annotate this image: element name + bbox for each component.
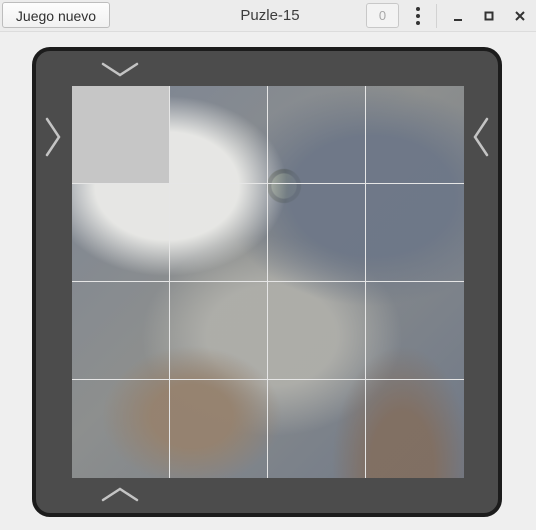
puzzle-tile[interactable] — [72, 184, 170, 282]
new-game-button[interactable]: Juego nuevo — [2, 2, 110, 28]
arrow-down-icon[interactable] — [100, 60, 140, 80]
arrow-up-icon[interactable] — [100, 484, 140, 504]
menu-icon[interactable] — [408, 4, 428, 28]
puzzle-tile[interactable] — [268, 184, 366, 282]
window-title: Puzle-15 — [240, 7, 300, 24]
minimize-icon[interactable] — [446, 4, 470, 28]
puzzle-tile[interactable] — [170, 86, 268, 184]
title-bar: Juego nuevo Puzle-15 0 — [0, 0, 536, 32]
moves-counter: 0 — [366, 3, 399, 28]
arrow-right-icon[interactable] — [42, 116, 64, 158]
puzzle-tile[interactable] — [170, 184, 268, 282]
title-separator — [436, 4, 437, 28]
maximize-icon[interactable] — [477, 4, 501, 28]
puzzle-tile[interactable] — [72, 282, 170, 380]
puzzle-tile[interactable] — [268, 282, 366, 380]
empty-slot — [72, 86, 170, 184]
puzzle-tile[interactable] — [366, 184, 464, 282]
puzzle-tile[interactable] — [170, 282, 268, 380]
puzzle-tile[interactable] — [366, 380, 464, 478]
puzzle-tile[interactable] — [268, 86, 366, 184]
puzzle-tile[interactable] — [72, 380, 170, 478]
puzzle-board — [72, 86, 464, 478]
puzzle-tile[interactable] — [268, 380, 366, 478]
puzzle-tile[interactable] — [366, 86, 464, 184]
arrow-left-icon[interactable] — [470, 116, 492, 158]
puzzle-tile[interactable] — [170, 380, 268, 478]
close-icon[interactable] — [508, 4, 532, 28]
puzzle-tile[interactable] — [366, 282, 464, 380]
